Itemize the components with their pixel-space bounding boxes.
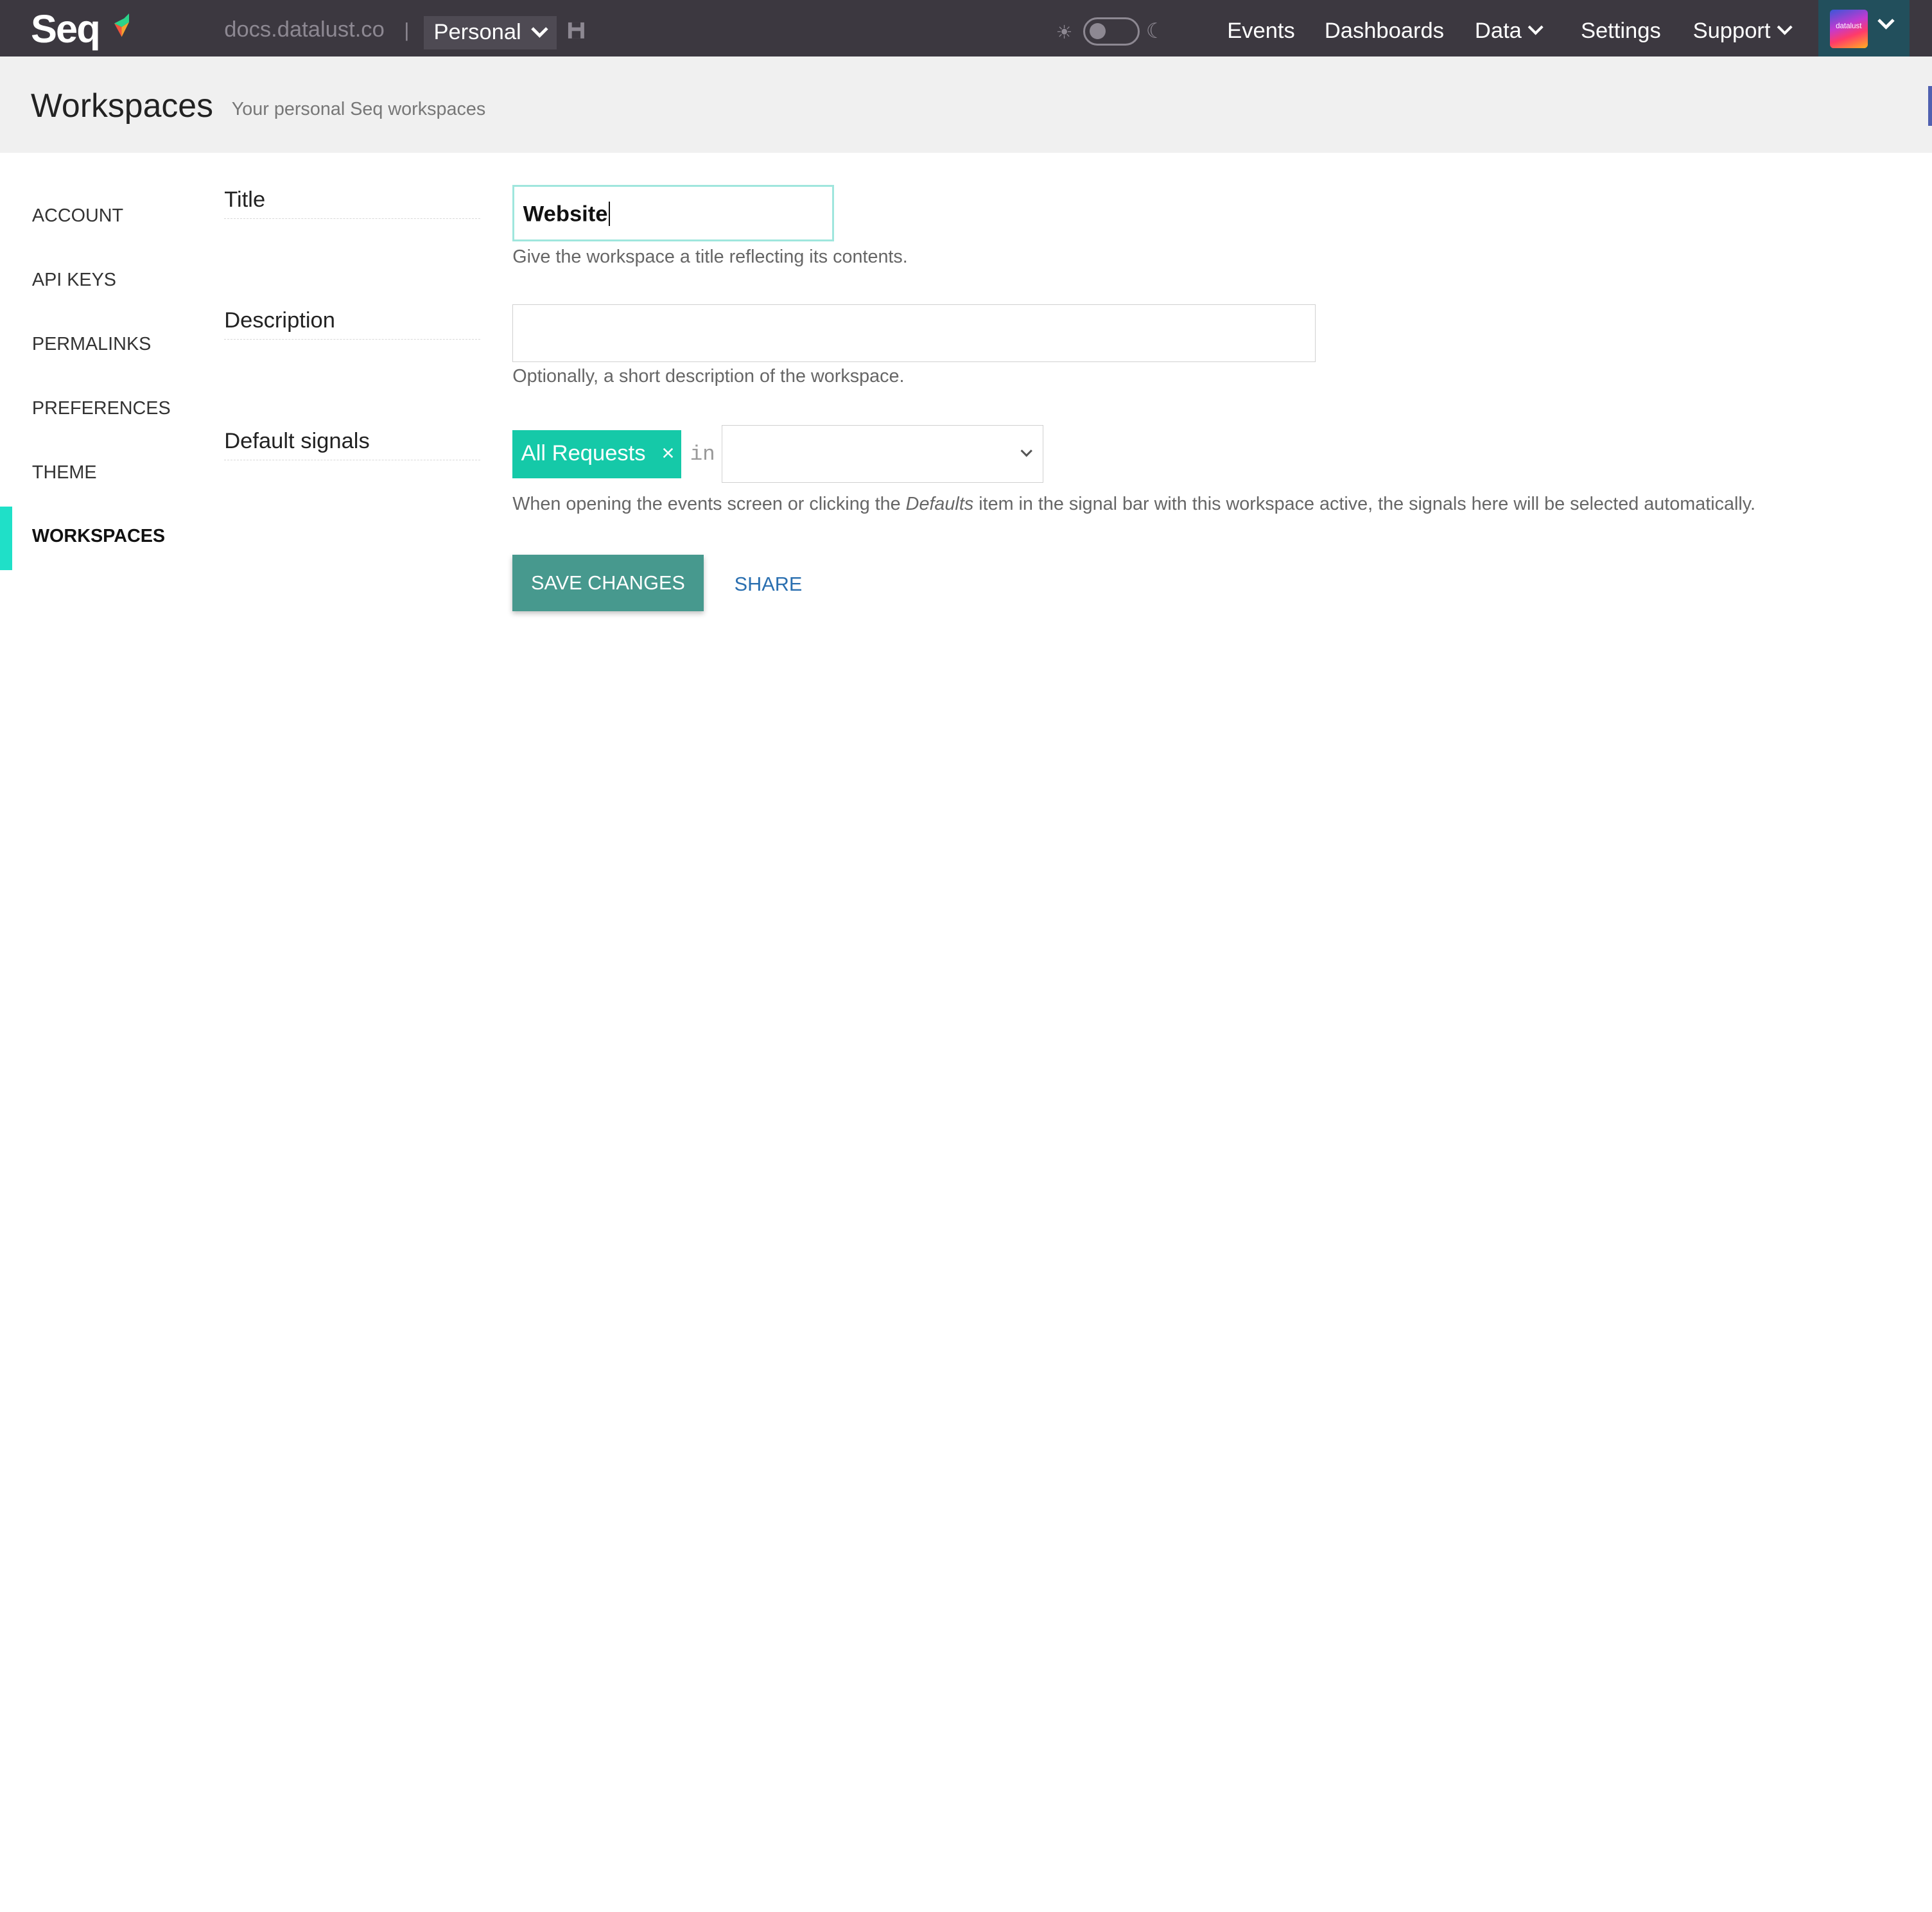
separator: | bbox=[404, 18, 410, 41]
nav-dashboards[interactable]: Dashboards bbox=[1325, 19, 1444, 44]
workspace-selector[interactable]: Personal bbox=[424, 15, 557, 49]
chevron-down-icon bbox=[1527, 19, 1544, 35]
toggle-knob bbox=[1090, 22, 1106, 39]
nav-data[interactable]: Data bbox=[1474, 18, 1544, 44]
title-label: Title bbox=[224, 187, 481, 220]
description-help: Optionally, a short description of the w… bbox=[512, 365, 905, 387]
sidebar-item-account[interactable]: ACCOUNT bbox=[32, 205, 123, 227]
page: Seq docs.datalust.co | Personal ☀ ☾ Even… bbox=[0, 0, 1932, 996]
remove-signal-icon[interactable]: × bbox=[661, 441, 674, 466]
nav-settings[interactable]: Settings bbox=[1581, 19, 1661, 44]
sidebar-item-theme[interactable]: THEME bbox=[32, 462, 97, 483]
nav-support-label: Support bbox=[1693, 18, 1771, 43]
theme-toggle[interactable] bbox=[1083, 17, 1140, 46]
sidebar-item-preferences[interactable]: PREFERENCES bbox=[32, 398, 171, 419]
signals-help: When opening the events screen or clicki… bbox=[512, 494, 1755, 515]
in-label: in bbox=[690, 442, 715, 466]
signals-help-defaults: Defaults bbox=[905, 494, 974, 515]
save-changes-button[interactable]: SAVE CHANGES bbox=[512, 554, 704, 611]
seq-logo[interactable]: Seq bbox=[31, 6, 101, 52]
nav-support[interactable]: Support bbox=[1693, 18, 1793, 44]
workspace-label: Personal bbox=[433, 19, 521, 44]
chevron-down-icon bbox=[531, 27, 548, 39]
active-indicator bbox=[0, 506, 13, 571]
logo-mark-icon bbox=[114, 13, 130, 37]
signals-help-start: When opening the events screen or clicki… bbox=[512, 494, 906, 515]
chevron-down-icon bbox=[1020, 444, 1032, 457]
title-help: Give the workspace a title reflecting it… bbox=[512, 246, 908, 267]
title-input[interactable]: Website bbox=[512, 184, 835, 242]
moon-icon: ☾ bbox=[1145, 18, 1165, 42]
sun-icon: ☀ bbox=[1056, 22, 1073, 43]
signal-chip[interactable]: All Requests × bbox=[512, 430, 682, 478]
save-icon[interactable] bbox=[567, 21, 586, 40]
page-subtitle: Your personal Seq workspaces bbox=[231, 98, 486, 119]
chevron-down-icon bbox=[1777, 19, 1793, 35]
share-link[interactable]: SHARE bbox=[735, 573, 803, 596]
server-name: docs.datalust.co bbox=[224, 17, 385, 42]
sidebar-item-api-keys[interactable]: API KEYS bbox=[32, 270, 116, 291]
avatar: datalust bbox=[1829, 10, 1868, 48]
sidebar-item-workspaces[interactable]: WORKSPACES bbox=[32, 526, 165, 547]
user-menu[interactable]: datalust bbox=[1818, 0, 1910, 57]
nav-events[interactable]: Events bbox=[1227, 19, 1295, 44]
description-input[interactable] bbox=[512, 304, 1316, 363]
chevron-down-icon bbox=[1877, 19, 1895, 30]
page-header: Workspaces Your personal Seq workspaces bbox=[0, 56, 1932, 153]
top-bar: Seq docs.datalust.co | Personal ☀ ☾ Even… bbox=[0, 0, 1932, 57]
text-caret bbox=[609, 201, 611, 227]
page-title: Workspaces bbox=[30, 87, 213, 125]
signals-label: Default signals bbox=[224, 429, 481, 461]
description-label: Description bbox=[224, 308, 481, 340]
signals-help-end: item in the signal bar with this workspa… bbox=[973, 494, 1755, 515]
signal-group-select[interactable] bbox=[722, 425, 1044, 483]
title-value: Website bbox=[523, 202, 608, 227]
edge-accent bbox=[1928, 86, 1932, 126]
signal-chip-label: All Requests bbox=[521, 440, 646, 465]
nav-data-label: Data bbox=[1474, 18, 1522, 43]
sidebar-item-permalinks[interactable]: PERMALINKS bbox=[32, 334, 151, 355]
